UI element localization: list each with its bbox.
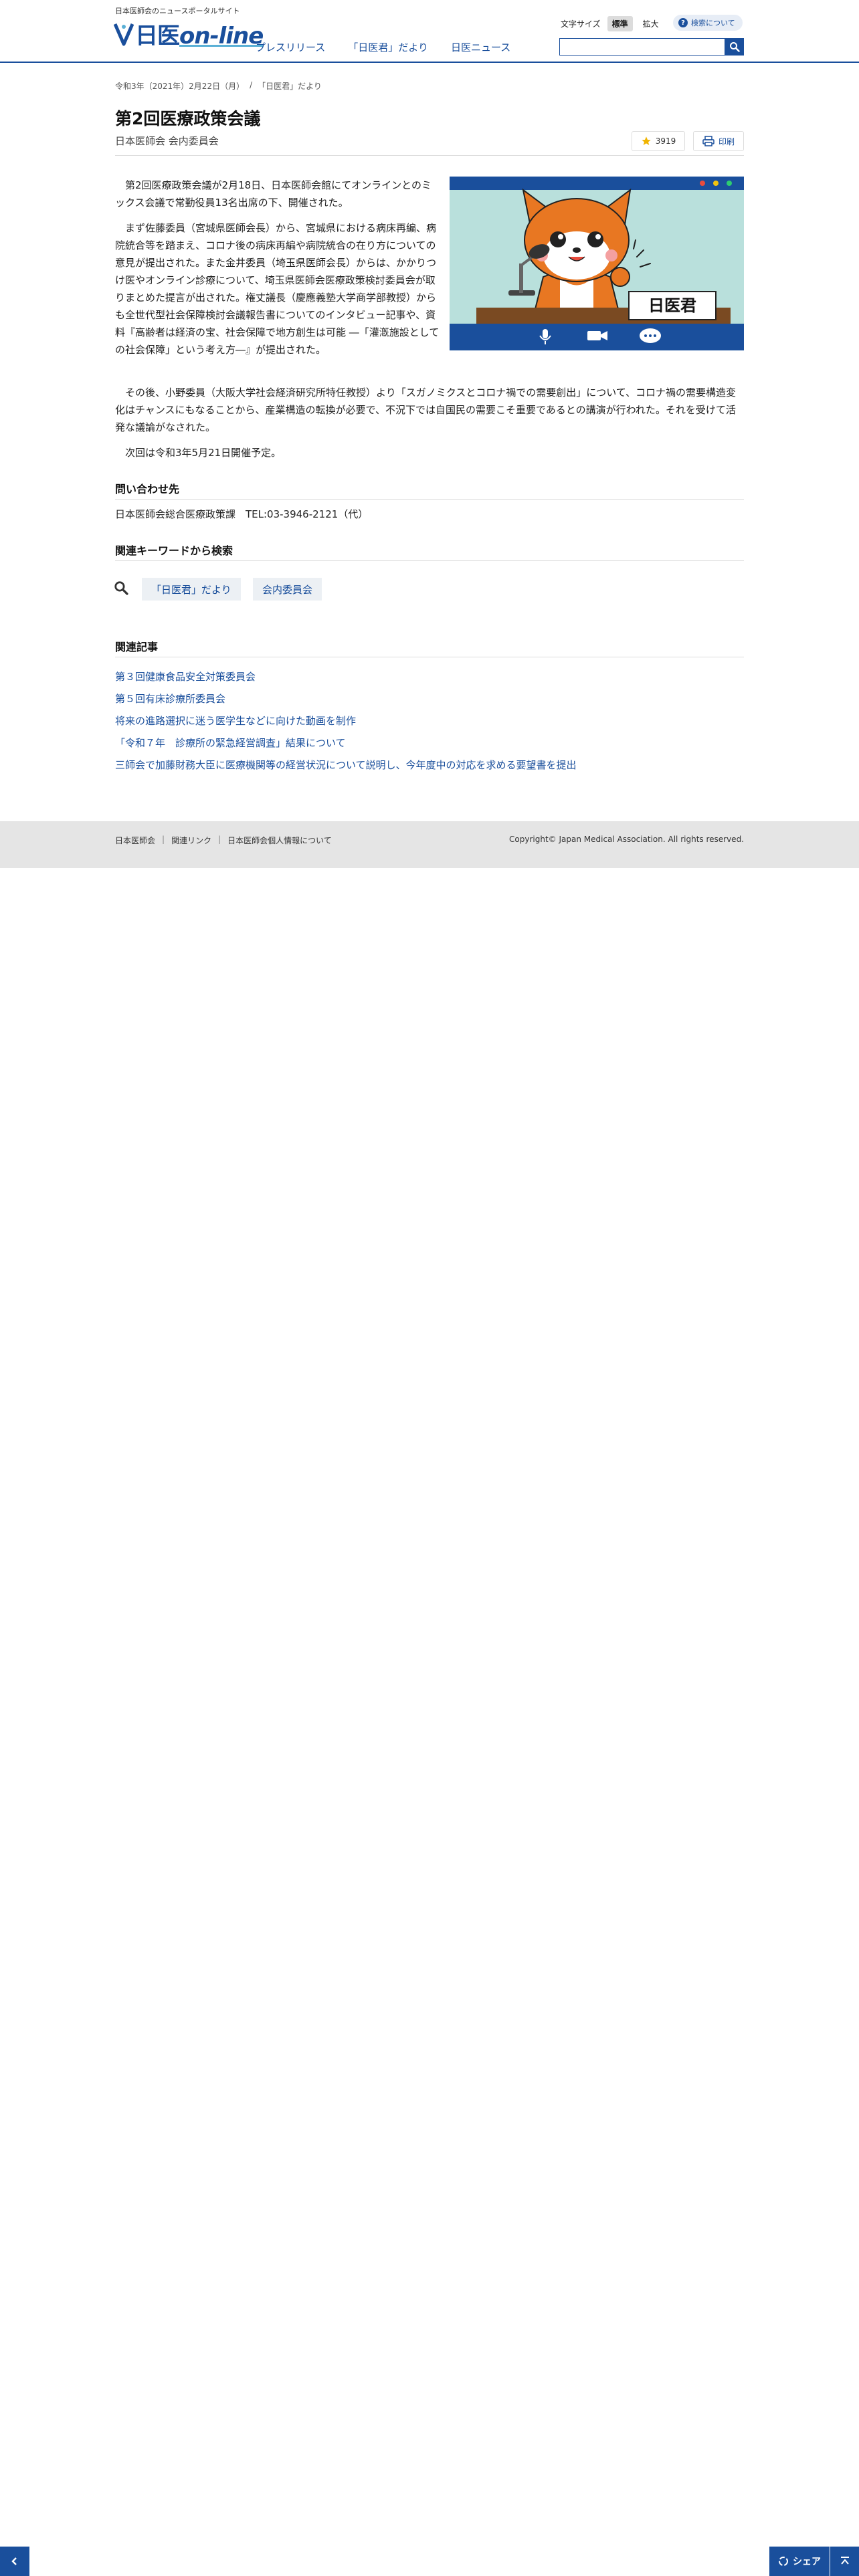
footer-link-related[interactable]: 関連リンク [171,835,211,846]
site-header: 日本医師会のニュースポータルサイト 日医on-line プレスリリース 「日医君… [0,0,859,63]
page-title: 第2回医療政策会議 [115,109,261,128]
font-size-switcher: 文字サイズ 標準 拡大 [561,16,669,31]
logo-prefix: 日医 [135,22,180,49]
contact-info: 日本医師会総合医療政策課 TEL:03-3946-2121（代） [115,508,369,520]
related-article-link[interactable]: 将来の進路選択に迷う医学生などに向けた動画を制作 [115,710,577,732]
favorite-button[interactable]: 3919 [632,131,685,151]
share-button[interactable]: シェア [769,2547,830,2576]
search-icon [730,42,740,52]
printer-icon [702,136,714,146]
article-paragraph-4: 次回は令和3年5月21日開催予定。 [125,447,282,459]
related-article-link[interactable]: 「令和７年 診療所の緊急経営調査」結果について [115,732,577,754]
article-subtitle: 日本医師会 会内委員会 [115,135,219,147]
search-button[interactable] [725,38,744,56]
article-paragraph-2: まず佐藤委員（宮城県医師会長）から、宮城県における病床再編、病院統合等を踏まえ、… [115,222,440,356]
chat-bubble-icon [640,328,661,343]
share-label: シェア [793,2557,821,2567]
print-button[interactable]: 印刷 [693,131,744,151]
search-icon [114,581,128,595]
nav-press-release[interactable]: プレスリリース [256,40,325,54]
font-size-label: 文字サイズ [561,19,601,29]
nav-nichii-kun[interactable]: 「日医君」だより [348,40,428,54]
favorite-count: 3919 [655,136,676,146]
search-input[interactable] [559,38,725,56]
article-paragraph-3: その後、小野委員（大阪大学社会経済研究所特任教授）より「スガノミクスとコロナ禍で… [115,387,737,433]
breadcrumb: 令和3年（2021年）2月22日（月） / 「日医君」だより [115,80,322,92]
keywords-divider [115,560,744,561]
logo-suffix: on-line [179,22,264,49]
mascot-name-sign: 日医君 [648,296,696,315]
search-about-link[interactable]: ? 検索について [673,15,743,31]
footer-link-jma[interactable]: 日本医師会 [115,835,155,846]
back-button[interactable] [0,2547,29,2576]
breadcrumb-separator: / [250,80,253,90]
font-size-normal-button[interactable]: 標準 [607,16,633,31]
print-label: 印刷 [718,136,735,146]
footer-link-privacy[interactable]: 日本医師会個人情報について [227,835,332,846]
related-article-link[interactable]: 第５回有床診療所委員会 [115,688,577,710]
chevron-left-icon [11,2557,17,2565]
related-articles-list: 第３回健康食品安全対策委員会 第５回有床診療所委員会 将来の進路選択に迷う医学生… [115,666,577,776]
footer-links: 日本医師会 | 関連リンク | 日本医師会個人情報について [115,835,332,846]
related-heading: 関連記事 [115,641,159,653]
title-divider [115,155,744,156]
copyright: Copyright© Japan Medical Association. Al… [509,835,744,844]
breadcrumb-date: 令和3年（2021年）2月22日（月） [115,82,245,91]
question-icon: ? [678,18,688,27]
breadcrumb-category[interactable]: 「日医君」だより [258,80,322,92]
nav-nichii-news[interactable]: 日医ニュース [451,40,510,54]
keyword-tag-committee[interactable]: 会内委員会 [253,578,322,601]
mascot-online-meeting-illustration: 日医君 [450,177,744,350]
main-nav: プレスリリース 「日医君」だより 日医ニュース [256,40,533,54]
search-about-label: 検索について [691,19,735,27]
keyword-tag-nichii-kun[interactable]: 「日医君」だより [142,578,241,601]
site-footer: 日本医師会 | 関連リンク | 日本医師会個人情報について Copyright©… [0,821,859,868]
logo-mark-icon [114,23,134,46]
back-to-top-button[interactable] [830,2547,859,2576]
contact-divider [115,499,744,500]
site-logo[interactable]: 日医on-line [114,17,264,49]
related-article-link[interactable]: 三師会で加藤財務大臣に医療機関等の経営状況について説明し、今年度中の対応を求める… [115,754,577,776]
font-size-large-button[interactable]: 拡大 [638,16,664,31]
related-article-link[interactable]: 第３回健康食品安全対策委員会 [115,666,577,688]
arrow-up-icon [840,2557,849,2565]
site-tagline: 日本医師会のニュースポータルサイト [115,7,240,15]
article-paragraph-1: 第2回医療政策会議が2月18日、日本医師会館にてオンラインとのミックス会議で常勤… [115,179,432,209]
star-icon [642,136,651,145]
share-icon [779,2557,788,2566]
contact-heading: 問い合わせ先 [115,483,180,496]
keywords-heading: 関連キーワードから検索 [115,544,233,557]
